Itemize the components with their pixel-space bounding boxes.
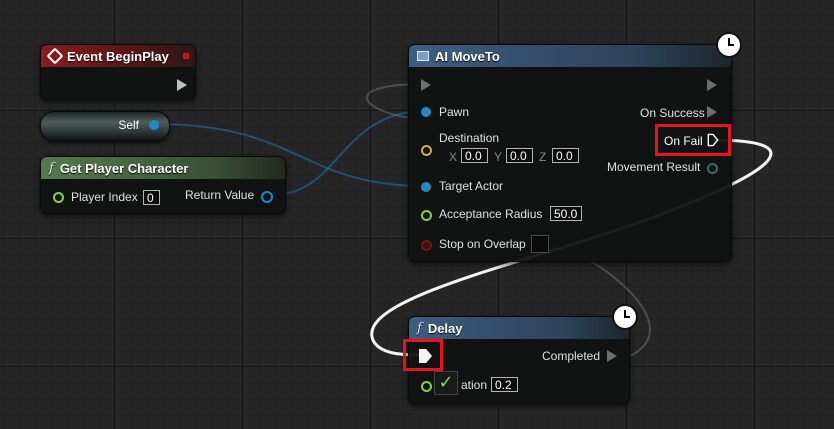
delay-clock-icon	[612, 304, 638, 330]
get-player-character-node[interactable]: f Get Player Character Player Index 0 Re…	[40, 156, 286, 214]
stop-on-overlap-pin[interactable]	[421, 240, 432, 251]
player-index-label: Player Index	[71, 190, 138, 204]
on-success-pin[interactable]	[707, 106, 717, 118]
acceptance-radius-label: Acceptance Radius	[439, 207, 543, 221]
destination-y-label: Y	[494, 150, 503, 164]
stop-on-overlap-checkbox[interactable]	[531, 235, 549, 253]
pawn-label: Pawn	[439, 105, 470, 119]
destination-pin[interactable]	[421, 145, 432, 156]
self-output-pin[interactable]	[149, 120, 159, 130]
checkmark-icon: ✓	[434, 371, 458, 395]
f-function-icon: f	[417, 320, 422, 336]
destination-x-input[interactable]: 0.0	[461, 148, 488, 163]
event-delegate-pin[interactable]	[183, 53, 189, 59]
event-beginplay-exec-out-pin[interactable]	[177, 79, 187, 91]
acceptance-radius-input[interactable]: 50.0	[550, 206, 582, 221]
function-icon	[417, 51, 429, 61]
duration-input[interactable]: 0.2	[491, 377, 518, 392]
destination-z-input[interactable]: 0.0	[552, 148, 579, 163]
destination-z-label: Z	[539, 150, 547, 164]
return-value-pin[interactable]	[261, 191, 273, 203]
delay-title: Delay	[427, 320, 463, 336]
self-node[interactable]: Self	[40, 111, 170, 141]
ai-moveto-clock-icon	[716, 32, 742, 58]
player-index-pin[interactable]	[53, 192, 64, 203]
pawn-pin[interactable]	[421, 107, 431, 117]
on-success-label: On Success	[640, 106, 705, 120]
event-icon	[46, 47, 64, 65]
completed-pin[interactable]	[607, 350, 617, 362]
ai-moveto-exec-out-pin[interactable]	[707, 79, 717, 91]
get-player-character-title: Get Player Character	[59, 160, 189, 176]
destination-y-input[interactable]: 0.0	[506, 148, 533, 163]
return-value-label: Return Value	[185, 188, 255, 202]
ai-moveto-header: AI MoveTo	[409, 45, 731, 67]
acceptance-radius-pin[interactable]	[421, 210, 432, 221]
movement-result-label: Movement Result	[607, 160, 701, 174]
duration-label: ation	[461, 378, 488, 392]
target-actor-label: Target Actor	[439, 179, 504, 193]
ai-moveto-title: AI MoveTo	[435, 48, 500, 64]
delay-header: f Delay	[409, 317, 629, 339]
ai-moveto-exec-in-pin[interactable]	[421, 79, 431, 91]
self-label: Self	[118, 118, 139, 132]
get-player-character-header: f Get Player Character	[41, 157, 285, 179]
event-beginplay-header: Event BeginPlay	[41, 45, 195, 67]
f-function-icon: f	[49, 160, 54, 176]
destination-label: Destination	[439, 131, 500, 145]
stop-on-overlap-label: Stop on Overlap	[439, 237, 526, 251]
duration-pin[interactable]	[421, 381, 432, 392]
movement-result-pin[interactable]	[707, 163, 718, 174]
event-beginplay-title: Event BeginPlay	[67, 48, 169, 64]
highlight-on-fail	[655, 124, 731, 156]
player-index-input[interactable]: 0	[143, 190, 160, 205]
event-beginplay-node[interactable]: Event BeginPlay	[40, 44, 196, 100]
completed-label: Completed	[542, 349, 601, 363]
highlight-delay-exec-in	[403, 339, 443, 371]
destination-x-label: X	[449, 150, 458, 164]
target-actor-pin[interactable]	[421, 182, 431, 192]
